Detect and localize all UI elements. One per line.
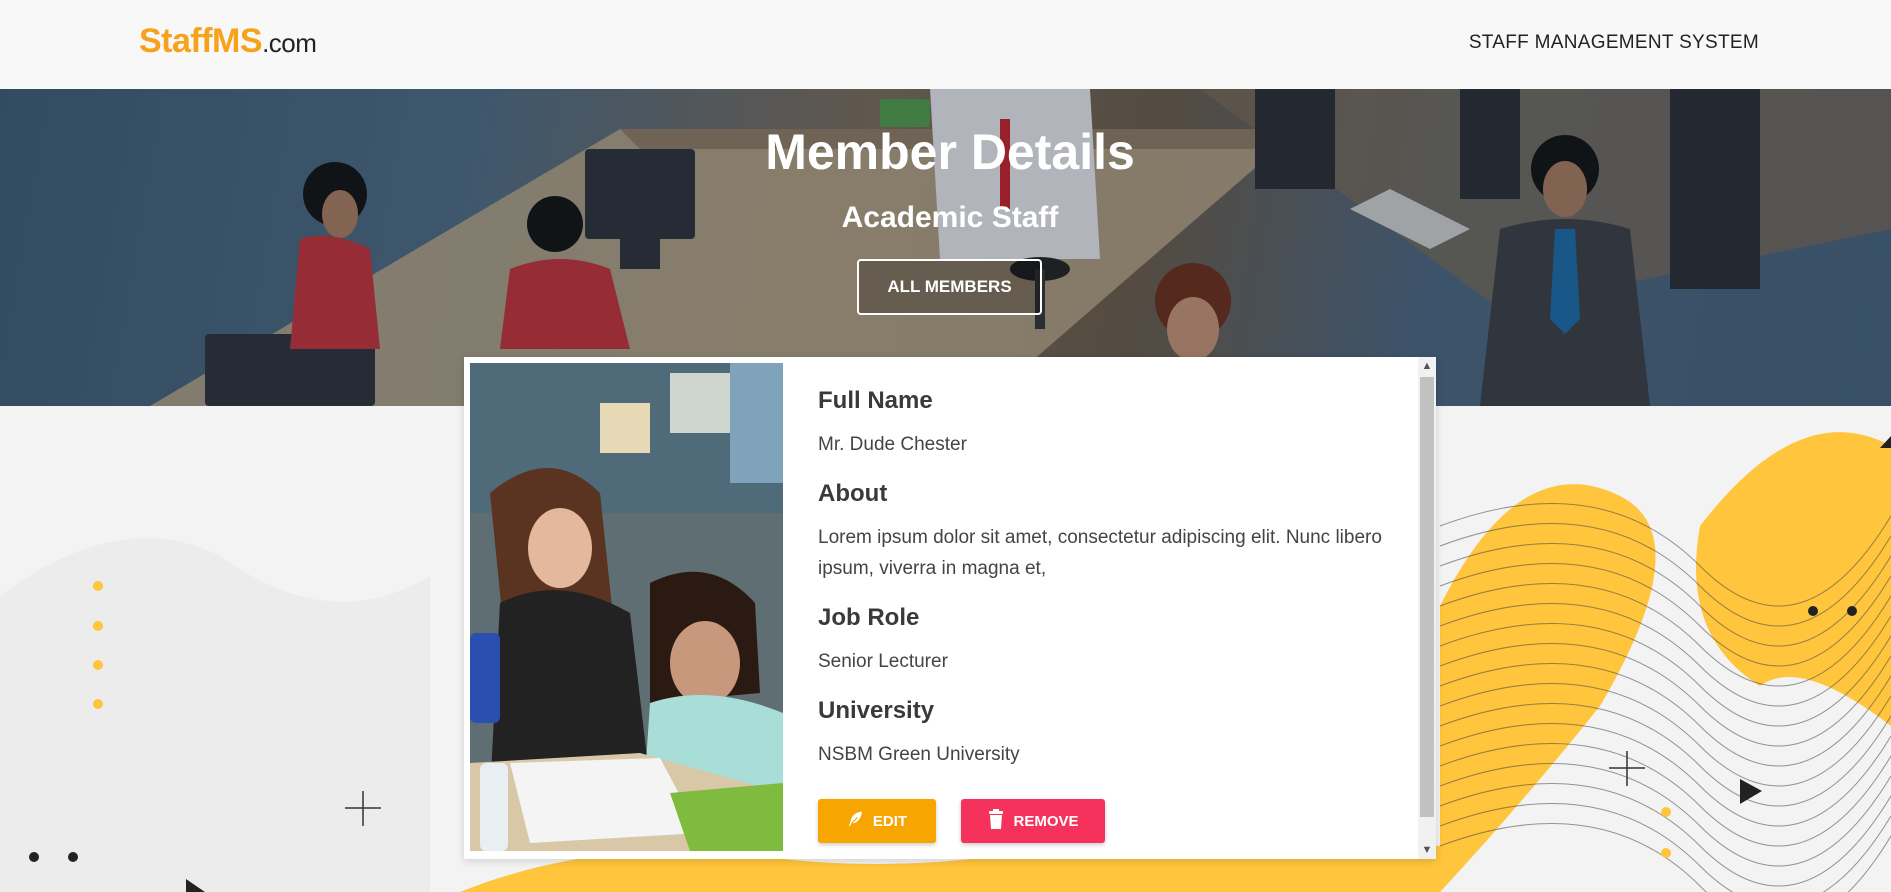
scroll-up-arrow[interactable]: ▲ (1418, 357, 1436, 375)
field-label: Full Name (818, 387, 933, 414)
feather-icon (847, 810, 865, 832)
scroll-down-arrow[interactable]: ▼ (1418, 841, 1436, 859)
nav-title[interactable]: STAFF MANAGEMENT SYSTEM (1469, 32, 1759, 54)
member-card: Full Name Mr. Dude Chester About Lorem i… (464, 357, 1436, 859)
page-title: Member Details (765, 124, 1135, 180)
scroll-thumb[interactable] (1420, 377, 1434, 817)
card-scrollbar[interactable]: ▲ ▼ (1418, 357, 1436, 859)
brand-logo[interactable]: StaffMS.com (139, 22, 317, 61)
brand-suffix: .com (262, 28, 317, 58)
remove-button[interactable]: REMOVE (961, 799, 1105, 843)
field-label: About (818, 480, 888, 507)
member-details: Full Name Mr. Dude Chester About Lorem i… (818, 387, 1398, 790)
field-about: About Lorem ipsum dolor sit amet, consec… (818, 480, 1398, 584)
field-label: University (818, 697, 935, 724)
field-label: Job Role (818, 604, 920, 631)
remove-label: REMOVE (1013, 812, 1079, 830)
page-subtitle: Academic Staff (841, 201, 1059, 234)
field-full-name: Full Name Mr. Dude Chester (818, 387, 1398, 460)
top-navbar: StaffMS.com STAFF MANAGEMENT SYSTEM (0, 0, 1891, 89)
field-value: NSBM Green University (818, 744, 1020, 765)
field-value: Senior Lecturer (818, 651, 948, 672)
edit-label: EDIT (872, 812, 908, 830)
field-value: Mr. Dude Chester (818, 434, 967, 455)
field-value: Lorem ipsum dolor sit amet, consectetur … (818, 527, 1382, 579)
edit-button[interactable]: EDIT (818, 799, 936, 843)
action-buttons: EDIT REMOVE (818, 799, 1105, 843)
field-university: University NSBM Green University (818, 697, 1398, 770)
trash-icon (987, 809, 1005, 833)
all-members-button[interactable]: ALL MEMBERS (857, 259, 1042, 315)
brand-main: StaffMS (139, 22, 263, 60)
member-photo (470, 363, 783, 851)
field-job-role: Job Role Senior Lecturer (818, 604, 1398, 677)
